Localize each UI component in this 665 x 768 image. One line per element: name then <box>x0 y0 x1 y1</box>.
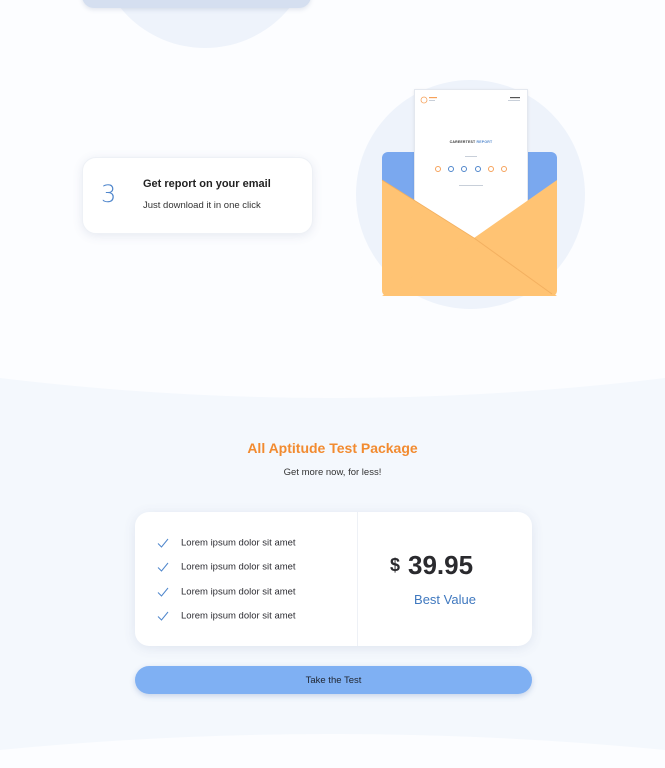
feature-item: Lorem ipsum dolor sit amet <box>157 586 296 598</box>
previous-step-card <box>82 0 311 8</box>
check-icon <box>157 562 169 572</box>
check-icon <box>157 587 169 597</box>
report-title: CAREERTEST REPORT <box>415 140 527 144</box>
feature-item: Lorem ipsum dolor sit amet <box>157 561 296 573</box>
feature-text: Lorem ipsum dolor sit amet <box>181 537 296 549</box>
envelope-icon <box>381 179 557 296</box>
price-currency: $ <box>390 555 401 575</box>
step-card: 3 Get report on your email Just download… <box>82 157 313 234</box>
feature-text: Lorem ipsum dolor sit amet <box>181 610 296 622</box>
report-dot <box>500 166 507 172</box>
best-value-label: Best Value <box>414 592 476 607</box>
feature-item: Lorem ipsum dolor sit amet <box>157 537 296 549</box>
pricing-card: Lorem ipsum dolor sit amet Lorem ipsum d… <box>135 512 532 646</box>
step-description: Just download it in one click <box>143 200 261 211</box>
report-dot <box>435 166 441 172</box>
report-dot <box>487 166 494 172</box>
report-title-b: REPORT <box>475 140 493 144</box>
price-amount: 39.95 <box>408 550 474 580</box>
take-test-button[interactable]: Take the Test <box>135 666 532 694</box>
package-subtitle: Get more now, for less! <box>283 467 382 478</box>
report-dot <box>448 166 455 172</box>
check-icon <box>157 538 169 548</box>
report-dot <box>474 166 481 172</box>
bottom-wave <box>0 734 665 768</box>
feature-text: Lorem ipsum dolor sit amet <box>181 561 296 573</box>
feature-item: Lorem ipsum dolor sit amet <box>157 610 296 622</box>
report-dot <box>461 166 468 172</box>
report-title-a: CAREERTEST <box>449 140 476 144</box>
step-number: 3 <box>101 180 117 208</box>
report-dots <box>435 166 507 172</box>
check-icon <box>157 611 169 621</box>
package-title: All Aptitude Test Package <box>247 440 418 456</box>
price: $39.95 <box>390 550 473 581</box>
card-divider <box>357 512 358 646</box>
step-title: Get report on your email <box>143 178 271 190</box>
feature-text: Lorem ipsum dolor sit amet <box>181 586 296 598</box>
